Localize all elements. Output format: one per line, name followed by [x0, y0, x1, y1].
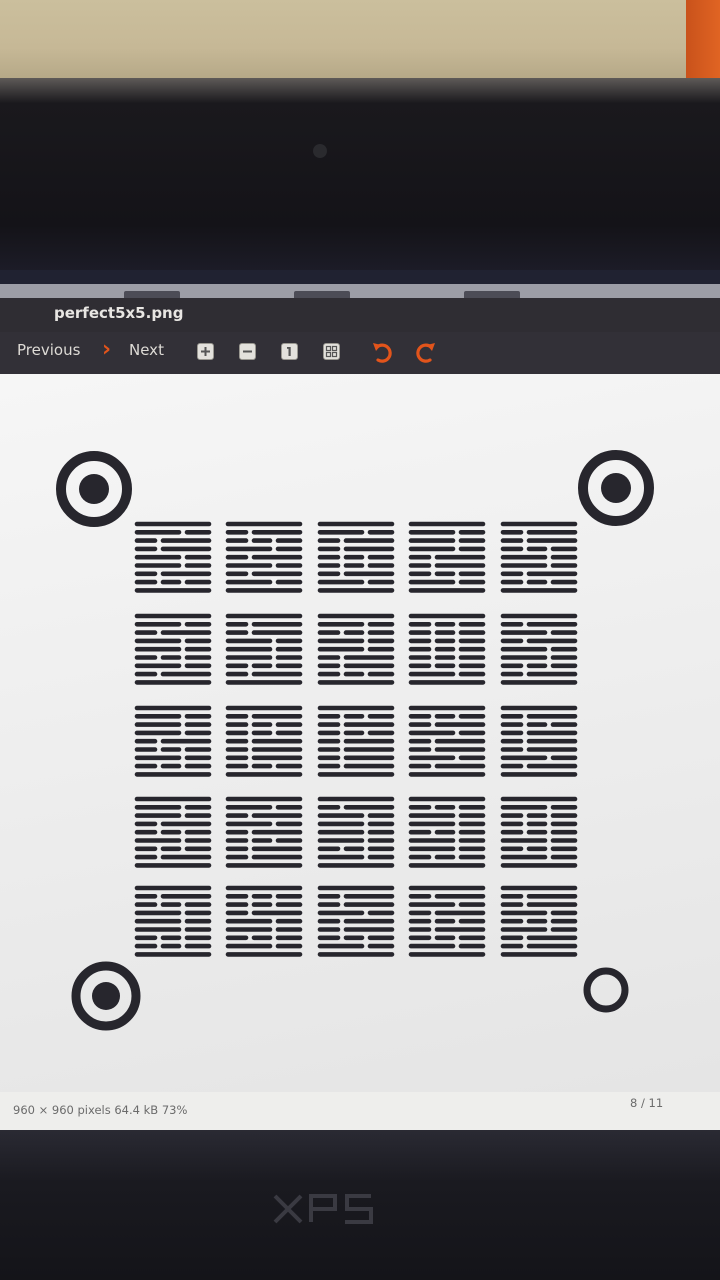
statusbar: 960 × 960 pixels 64.4 kB 73% 8 / 11 — [0, 1092, 720, 1130]
panel-item[interactable] — [294, 291, 350, 298]
window-title: perfect5x5.png — [54, 304, 184, 322]
image-info: 960 × 960 pixels 64.4 kB 73% — [13, 1103, 188, 1117]
webcam — [313, 144, 327, 158]
desktop-panel — [0, 284, 720, 298]
fiducial-marker-top-right — [601, 473, 631, 503]
fiducial-marker-bottom-left — [92, 982, 120, 1010]
previous-button[interactable]: Previous — [17, 341, 80, 359]
background-orange-object — [686, 0, 720, 78]
rotate-left-icon[interactable] — [372, 339, 394, 369]
image-viewer-window: perfect5x5.png Previous › Next 960 × 960… — [0, 298, 720, 1130]
image-canvas[interactable] — [0, 374, 720, 1126]
toolbar: Previous › Next — [0, 332, 720, 374]
zoom-in-icon[interactable] — [197, 343, 214, 360]
zoom-normal-icon[interactable] — [281, 343, 298, 360]
laptop-top-bezel — [0, 78, 720, 288]
zoom-out-icon[interactable] — [239, 343, 256, 360]
titlebar: perfect5x5.png — [0, 298, 720, 332]
rotate-right-icon[interactable] — [414, 339, 436, 369]
panel-item[interactable] — [464, 291, 520, 298]
best-fit-icon[interactable] — [323, 343, 340, 360]
displayed-image — [56, 450, 654, 1031]
page-position: 8 / 11 — [630, 1096, 664, 1110]
fiducial-marker-top-left — [79, 474, 109, 504]
next-arrow-icon[interactable]: › — [102, 339, 111, 361]
xps-logo — [273, 1194, 373, 1224]
next-button[interactable]: Next — [129, 341, 164, 359]
panel-item[interactable] — [124, 291, 180, 298]
marker-glyph-grid — [134, 521, 578, 957]
background-wall — [0, 0, 720, 80]
fiducial-marker-bottom-right — [583, 967, 629, 1013]
